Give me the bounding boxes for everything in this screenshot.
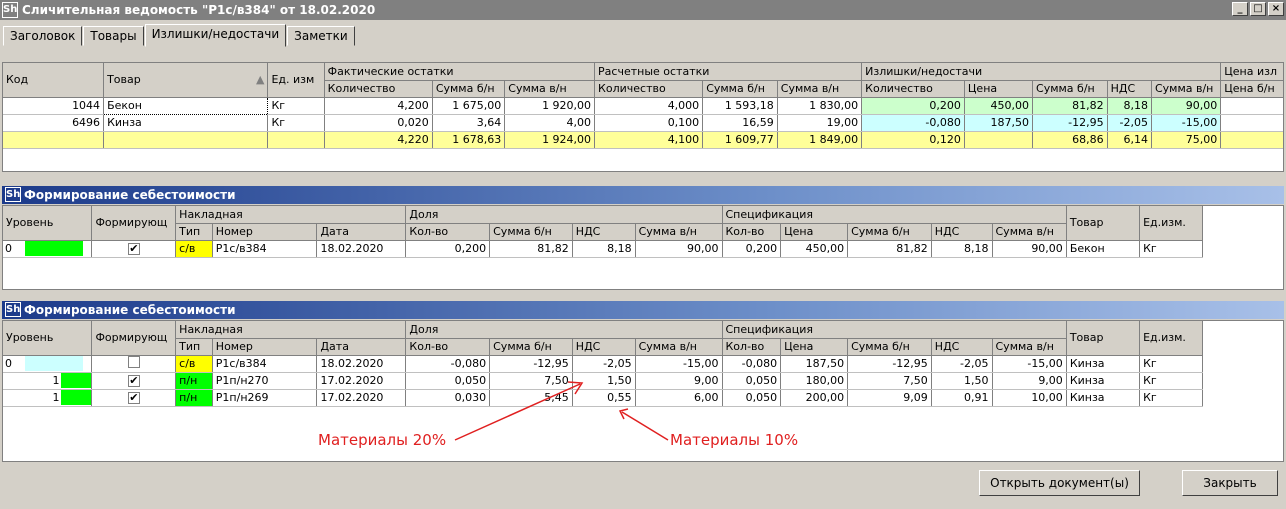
annotation-right: Материалы 10% (670, 431, 799, 449)
group-calc: Расчетные остатки (594, 63, 863, 81)
window-title: Сличительная ведомость "Р1с/в384" от 18.… (22, 3, 376, 17)
col-forming[interactable]: Формирующ (91, 206, 177, 241)
table-row[interactable]: 0 с/в Р1с/в384 18.02.2020 -0,080 -12,95 … (3, 355, 1203, 373)
sort-asc-icon: ▲ (255, 73, 265, 87)
col-unit[interactable]: Ед. изм (267, 63, 325, 98)
cost-grid-1[interactable]: Уровень Формирующ Накладная Доля Специфи… (2, 205, 1284, 290)
col-unit[interactable]: Ед.изм. (1139, 321, 1203, 356)
app-icon: Sh (5, 187, 21, 202)
annotation-left: Материалы 20% (318, 431, 447, 449)
open-documents-button[interactable]: Открыть документ(ы) (979, 470, 1140, 496)
col-c-wo[interactable]: Сумма б/н (702, 80, 778, 98)
forming-checkbox[interactable]: ✔ (127, 243, 140, 255)
col-f-wo[interactable]: Сумма б/н (432, 80, 506, 98)
app-icon: Sh (2, 2, 18, 18)
cost-grid-2[interactable]: Уровень Формирующ Накладная Доля Специфи… (2, 320, 1284, 462)
tab-goods[interactable]: Товары (83, 26, 144, 46)
level-bar (25, 241, 83, 256)
tab-header[interactable]: Заголовок (3, 26, 83, 46)
surplus-grid[interactable]: Код Товар ▲ Ед. изм Фактические остатки Р… (2, 62, 1284, 172)
col-c-w[interactable]: Сумма в/н (777, 80, 863, 98)
forming-checkbox[interactable]: ✔ (127, 392, 140, 404)
tab-notes[interactable]: Заметки (287, 26, 355, 46)
col-unit[interactable]: Ед.изм. (1139, 206, 1203, 241)
maximize-button[interactable]: □ (1250, 2, 1266, 16)
col-level[interactable]: Уровень (3, 206, 93, 241)
table-row[interactable]: 1 ✔ п/н Р1п/н269 17.02.2020 0,030 5,45 0… (3, 389, 1203, 407)
forming-checkbox[interactable]: ✔ (127, 375, 140, 387)
col-s-wo[interactable]: Сумма б/н (1032, 80, 1108, 98)
col-s-qty[interactable]: Количество (861, 80, 965, 98)
main-window: Sh Сличительная ведомость "Р1с/в384" от … (0, 0, 1286, 509)
close-button[interactable]: Закрыть (1182, 470, 1278, 496)
close-window-button[interactable]: × (1268, 2, 1284, 16)
col-product[interactable]: Товар (1066, 321, 1141, 356)
col-s-vat[interactable]: НДС (1107, 80, 1152, 98)
group-price: Цена изл (1220, 63, 1283, 81)
group-fact: Фактические остатки (324, 63, 596, 81)
cost-panel-2-title: Sh Формирование себестоимости (2, 301, 1284, 319)
app-icon: Sh (5, 302, 21, 317)
minimize-button[interactable]: _ (1232, 2, 1248, 16)
col-code[interactable]: Код (3, 63, 105, 98)
level-bar (25, 356, 83, 371)
col-product[interactable]: Товар ▲ (103, 63, 269, 98)
group-surplus: Излишки/недостачи (861, 63, 1222, 81)
col-f-w[interactable]: Сумма в/н (504, 80, 596, 98)
col-forming[interactable]: Формирующ (91, 321, 177, 356)
col-s-price[interactable]: Цена (964, 80, 1034, 98)
col-product[interactable]: Товар (1066, 206, 1141, 241)
col-level[interactable]: Уровень (3, 321, 93, 356)
col-price-wo[interactable]: Цена б/н (1220, 80, 1283, 98)
tab-surplus[interactable]: Излишки/недостачи (144, 24, 287, 47)
cost-panel-1-title: Sh Формирование себестоимости (2, 186, 1284, 204)
col-s-w[interactable]: Сумма в/н (1151, 80, 1222, 98)
col-c-qty[interactable]: Количество (594, 80, 704, 98)
forming-checkbox[interactable] (127, 356, 140, 368)
total-row: 4,220 1 678,63 1 924,00 4,100 1 609,77 1… (3, 131, 1283, 149)
table-row[interactable]: 1 ✔ п/н Р1п/н270 17.02.2020 0,050 7,50 1… (3, 372, 1203, 390)
table-row[interactable]: 1044 Бекон Кг 4,200 1 675,00 1 920,00 4,… (3, 96, 1283, 115)
tab-bar: Заголовок Товары Излишки/недостачи Замет… (3, 24, 356, 47)
level-bar (61, 390, 91, 405)
level-bar (61, 373, 91, 388)
col-f-qty[interactable]: Количество (324, 80, 433, 98)
table-row[interactable]: 0 ✔ с/в Р1с/в384 18.02.2020 0,200 81,82 … (3, 240, 1203, 258)
title-bar[interactable]: Sh Сличительная ведомость "Р1с/в384" от … (0, 0, 1286, 20)
table-row[interactable]: 6496 Кинза Кг 0,020 3,64 4,00 0,100 16,5… (3, 114, 1283, 132)
